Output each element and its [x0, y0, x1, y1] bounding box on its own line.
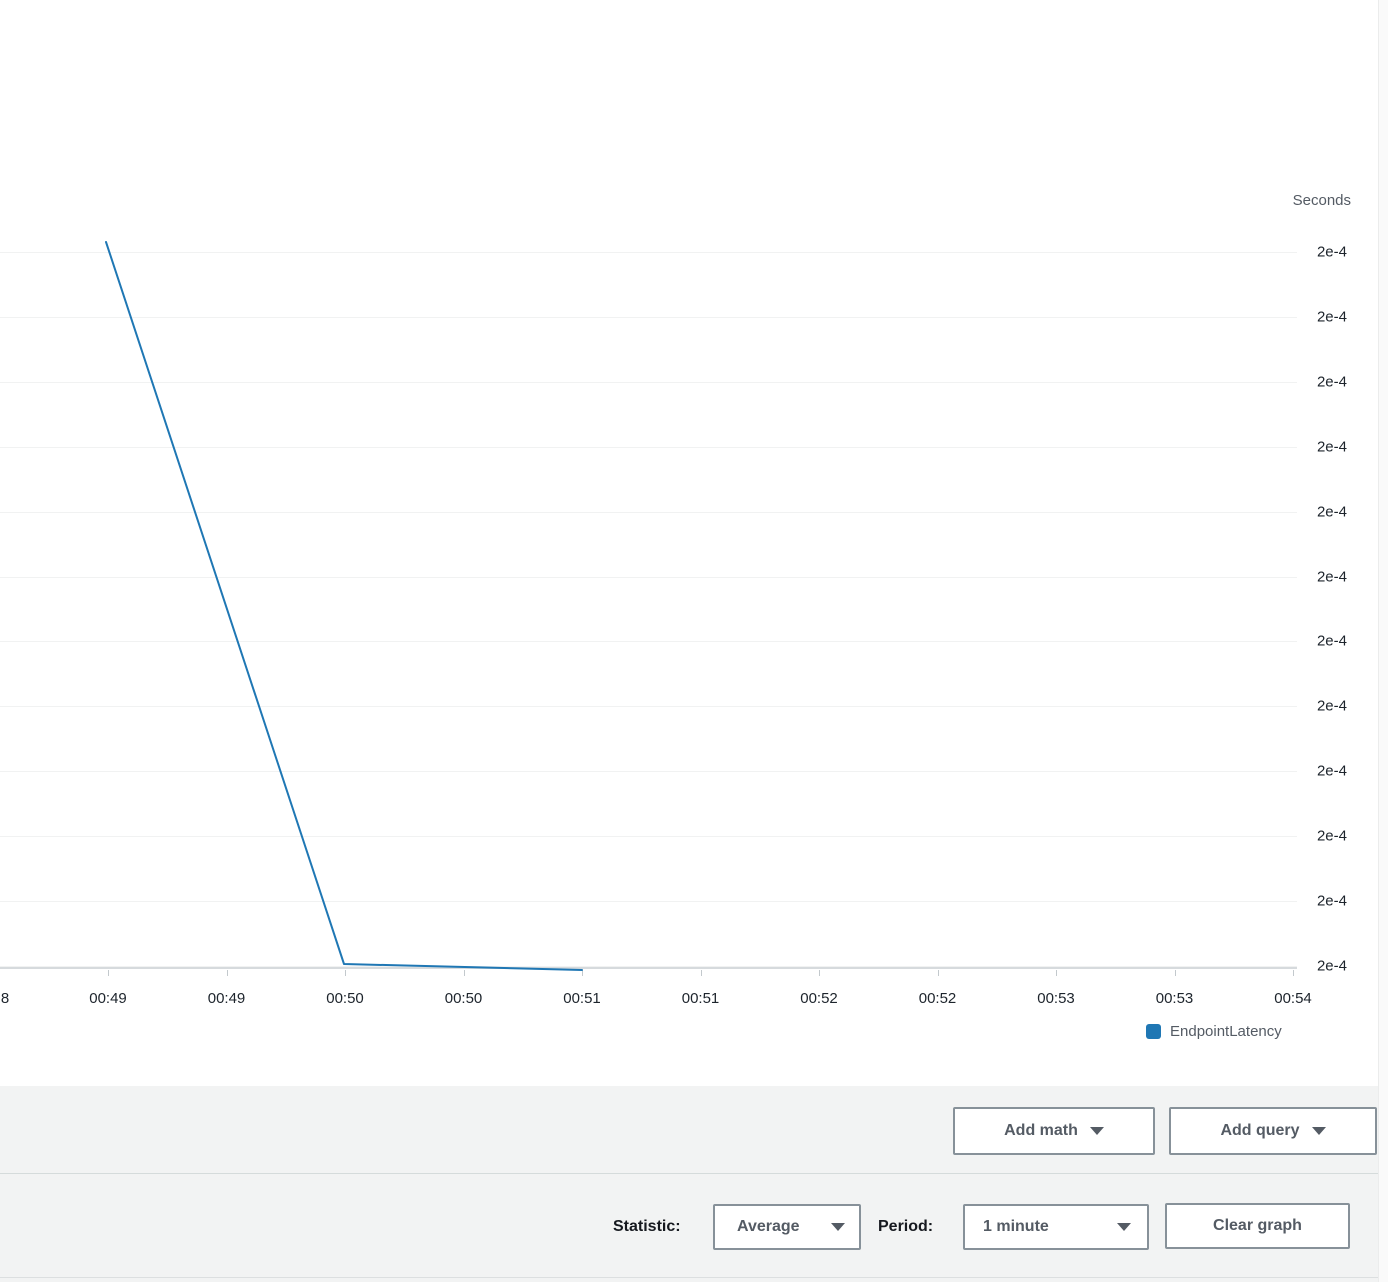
x-tick-label: 00:50	[326, 990, 364, 1007]
legend-item-endpointlatency[interactable]: EndpointLatency	[1146, 1023, 1282, 1040]
gridline	[0, 836, 1297, 837]
period-select-value: 1 minute	[983, 1218, 1049, 1236]
x-tick-label: 00:51	[682, 990, 720, 1007]
y-tick-label: 2e-4	[1317, 504, 1347, 521]
gridline	[0, 252, 1297, 253]
y-tick-label: 2e-4	[1317, 828, 1347, 845]
x-tick-label: 00:49	[89, 990, 127, 1007]
chevron-down-icon	[1117, 1223, 1131, 1231]
x-tick-label: 00:52	[800, 990, 838, 1007]
x-tick-mark	[1293, 970, 1294, 976]
chevron-down-icon	[831, 1223, 845, 1231]
statistic-select[interactable]: Average	[713, 1204, 861, 1250]
gridline	[0, 641, 1297, 642]
y-tick-label: 2e-4	[1317, 763, 1347, 780]
endpoint-latency-line	[106, 242, 582, 970]
scrollbar[interactable]	[1378, 0, 1388, 1282]
y-tick-label: 2e-4	[1317, 569, 1347, 586]
x-tick-label: 00:54	[1274, 990, 1312, 1007]
x-tick-mark	[1175, 970, 1176, 976]
clear-graph-button[interactable]: Clear graph	[1165, 1203, 1350, 1249]
x-tick-mark	[345, 970, 346, 976]
y-tick-label: 2e-4	[1317, 893, 1347, 910]
y-tick-label: 2e-4	[1317, 244, 1347, 261]
chevron-down-icon	[1090, 1127, 1104, 1135]
x-tick-mark	[938, 970, 939, 976]
series-plot-svg	[0, 0, 1388, 1086]
y-tick-label: 2e-4	[1317, 374, 1347, 391]
x-tick-mark	[464, 970, 465, 976]
x-tick-mark	[227, 970, 228, 976]
x-tick-label: 00:53	[1156, 990, 1194, 1007]
y-tick-label: 2e-4	[1317, 698, 1347, 715]
x-tick-mark	[108, 970, 109, 976]
chevron-down-icon	[1312, 1127, 1326, 1135]
legend-label: EndpointLatency	[1170, 1023, 1282, 1040]
y-tick-label: 2e-4	[1317, 958, 1347, 975]
x-axis-line	[0, 967, 1297, 969]
y-tick-label: 2e-4	[1317, 309, 1347, 326]
gridline	[0, 317, 1297, 318]
gridline	[0, 447, 1297, 448]
legend-color-swatch	[1146, 1024, 1161, 1039]
gridline	[0, 706, 1297, 707]
x-tick-label: 00:53	[1037, 990, 1075, 1007]
statistic-label: Statistic:	[613, 1218, 681, 1236]
add-query-label: Add query	[1220, 1122, 1299, 1140]
gridline	[0, 901, 1297, 902]
y-tick-label: 2e-4	[1317, 633, 1347, 650]
period-select[interactable]: 1 minute	[963, 1204, 1149, 1250]
x-tick-mark	[1056, 970, 1057, 976]
add-query-button[interactable]: Add query	[1169, 1107, 1377, 1155]
gridline	[0, 771, 1297, 772]
x-tick-mark	[582, 970, 583, 976]
add-math-button[interactable]: Add math	[953, 1107, 1155, 1155]
gridline	[0, 577, 1297, 578]
clear-graph-label: Clear graph	[1213, 1217, 1302, 1235]
y-axis-unit-label: Seconds	[1293, 192, 1351, 209]
x-tick-label: 00:51	[563, 990, 601, 1007]
metric-line-chart: Seconds 2e-4 2e-4 2e-4 2e-4 2e-4 2e-4 2e-4 2e-4…	[0, 0, 1388, 1086]
cloudwatch-graph-page: { "toolbar": { "time_ranges": ["1h", "3h…	[0, 0, 1388, 1282]
gridline	[0, 382, 1297, 383]
x-tick-label: 8	[1, 990, 9, 1007]
x-tick-label: 00:50	[445, 990, 483, 1007]
x-tick-label: 00:49	[208, 990, 246, 1007]
x-tick-mark	[701, 970, 702, 976]
x-tick-label: 00:52	[919, 990, 957, 1007]
statistic-select-value: Average	[737, 1218, 800, 1236]
x-tick-mark	[819, 970, 820, 976]
add-math-label: Add math	[1004, 1122, 1078, 1140]
period-label: Period:	[878, 1218, 933, 1236]
gridline	[0, 512, 1297, 513]
bottom-divider	[0, 1277, 1388, 1278]
y-tick-label: 2e-4	[1317, 439, 1347, 456]
